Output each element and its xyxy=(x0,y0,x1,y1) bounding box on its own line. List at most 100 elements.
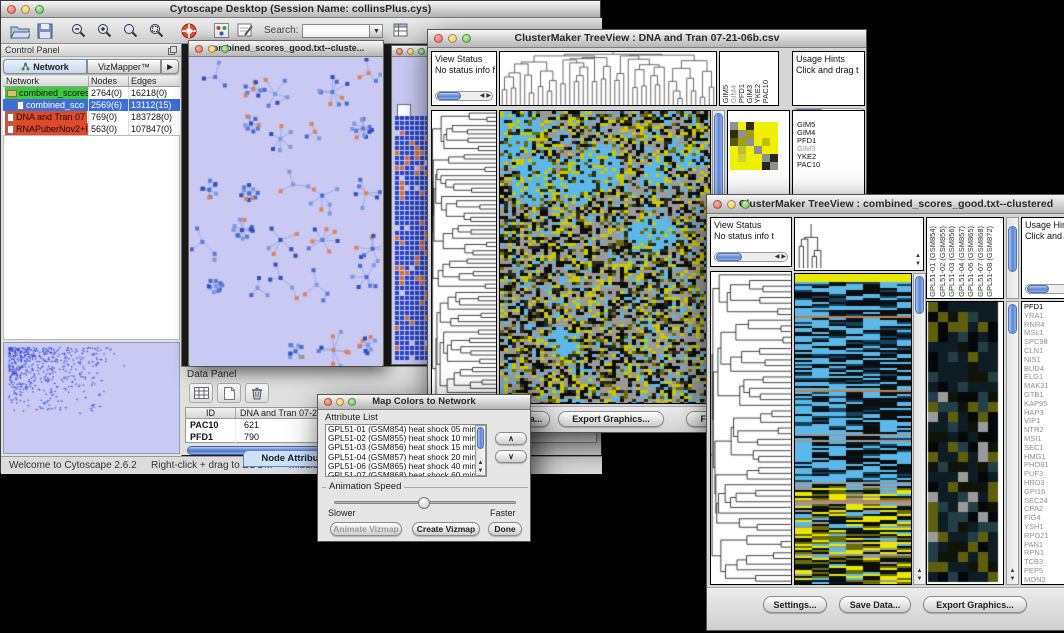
save-icon[interactable] xyxy=(37,23,53,39)
open-icon[interactable] xyxy=(10,23,30,39)
attribute-table-icon[interactable] xyxy=(393,23,409,38)
help-lifering-icon[interactable] xyxy=(180,22,198,40)
correlation-matrix[interactable] xyxy=(730,122,778,170)
tv1-row-dendrogram[interactable] xyxy=(431,110,497,404)
vizmap-icon[interactable] xyxy=(214,23,229,38)
tv1-heatmap[interactable] xyxy=(499,110,711,404)
scroll-up-arrow[interactable]: ▲ xyxy=(914,252,922,260)
move-down-button[interactable]: ∨ xyxy=(495,450,527,463)
save-data-button[interactable]: Save Data... xyxy=(839,596,911,613)
matrix-cell xyxy=(754,162,762,170)
animate-vizmap-button[interactable]: Animate Vizmap xyxy=(330,522,402,536)
zoom-button[interactable] xyxy=(462,34,471,43)
move-up-button[interactable]: ∧ xyxy=(495,432,527,445)
view-status-hscrollbar[interactable]: ◀▶ xyxy=(435,91,493,101)
tv2-zoom-heatmap-panel[interactable] xyxy=(926,301,1004,585)
attribute-items[interactable]: GPL51-01 (GSM854) heat shock 05 minGPL51… xyxy=(326,425,486,477)
minimize-button[interactable] xyxy=(727,200,736,209)
dialog-titlebar[interactable]: Map Colors to Network xyxy=(318,395,530,410)
matrix-cell xyxy=(730,138,738,146)
done-button[interactable]: Done xyxy=(488,522,522,536)
animation-speed-label: Animation Speed xyxy=(326,481,404,492)
network-row[interactable]: combined_sco2569(6)13112(15) xyxy=(3,99,180,111)
export-graphics-button[interactable]: Export Graphics... xyxy=(923,596,1027,613)
status-welcome: Welcome to Cytoscape 2.6.2 xyxy=(9,460,137,471)
attribute-list-vscrollbar[interactable]: ▲▼ xyxy=(475,425,486,476)
network-canvas[interactable] xyxy=(190,58,382,366)
network-overview-panel[interactable] xyxy=(3,342,180,454)
settings-button[interactable]: Settings... xyxy=(763,596,827,613)
tv2-row-dendrogram[interactable] xyxy=(710,271,792,585)
search-input[interactable] xyxy=(302,24,370,38)
col-nodes[interactable]: Nodes xyxy=(89,76,129,86)
tv2-heatmap[interactable] xyxy=(794,273,912,585)
tv2-top-vscrollbar[interactable] xyxy=(1006,217,1019,299)
animation-speed-slider[interactable] xyxy=(334,501,516,504)
tab-overflow-button[interactable]: ▶ xyxy=(161,59,179,74)
attribute-item[interactable]: GPL51-07 (GSM868) heat shock 60 min xyxy=(328,471,486,477)
close-button[interactable] xyxy=(713,200,722,209)
close-button[interactable] xyxy=(396,48,403,55)
tv2-heatmap-vscrollbar[interactable]: ▲▼ xyxy=(913,273,926,585)
desktop: Cytoscape Desktop (Session Name: collins… xyxy=(0,0,1064,633)
zoom-button[interactable] xyxy=(35,5,44,14)
zoom-button[interactable] xyxy=(741,200,750,209)
search-dropdown-button[interactable]: ▼ xyxy=(370,24,383,38)
column-label: GPL51-08 (GSM872) xyxy=(986,226,996,297)
attribute-listbox[interactable]: GPL51-01 (GSM854) heat shock 05 minGPL51… xyxy=(325,424,487,477)
scroll-down-arrow[interactable]: ▼ xyxy=(914,260,922,268)
usage-hints-hscrollbar[interactable] xyxy=(1025,284,1064,294)
zoom-button[interactable] xyxy=(221,45,229,53)
col-id[interactable]: ID xyxy=(186,408,236,418)
minimize-button[interactable] xyxy=(21,5,30,14)
gene-label: PAC10 xyxy=(795,161,820,169)
tv2-usage-hints-panel: Usage Hints Click and drag t xyxy=(1021,217,1064,299)
col-edges[interactable]: Edges xyxy=(129,76,180,86)
network-view-titlebar[interactable]: combined_scores_good.txt--cluste... xyxy=(189,41,383,57)
create-vizmap-button[interactable]: Create Vizmap xyxy=(412,522,480,536)
export-graphics-button[interactable]: Export Graphics... xyxy=(558,411,664,427)
tv2-column-labels: GPL51-01 (GSM854)GPL51-02 (GSM855)GPL51-… xyxy=(929,218,996,297)
minimize-button[interactable] xyxy=(407,48,414,55)
tv1-column-dendrogram[interactable] xyxy=(499,51,717,106)
tv2-gene-list-vscrollbar[interactable]: ▲▼ xyxy=(1006,301,1019,585)
zoom-selected-icon[interactable] xyxy=(148,22,165,39)
tv2-column-dendrogram-area[interactable]: ▲ ▼ xyxy=(794,217,924,271)
matrix-cell xyxy=(746,146,754,154)
window-controls xyxy=(7,5,44,14)
table-view-icon[interactable] xyxy=(189,383,213,403)
zoom-button[interactable] xyxy=(348,398,356,406)
close-button[interactable] xyxy=(7,5,16,14)
minimize-button[interactable] xyxy=(448,34,457,43)
new-attribute-icon[interactable] xyxy=(217,383,241,403)
slider-thumb[interactable] xyxy=(418,497,430,509)
matrix-cell xyxy=(746,130,754,138)
minimize-button[interactable] xyxy=(336,398,344,406)
zoom-fit-icon[interactable] xyxy=(122,22,139,39)
treeview2-titlebar[interactable]: ClusterMaker TreeView : combined_scores_… xyxy=(707,195,1064,214)
network-row[interactable]: DNA and Tran 07769(0)183728(0) xyxy=(3,111,180,123)
matrix-cell xyxy=(730,122,738,130)
zoom-out-icon[interactable] xyxy=(70,22,87,39)
delete-trash-icon[interactable] xyxy=(245,383,269,403)
zoom-in-icon[interactable] xyxy=(96,22,113,39)
matrix-cell xyxy=(762,122,770,130)
view-status-hscrollbar[interactable]: ◀▶ xyxy=(714,252,788,262)
main-titlebar[interactable]: Cytoscape Desktop (Session Name: collins… xyxy=(1,1,600,18)
float-panel-icon[interactable] xyxy=(168,46,177,55)
minimize-button[interactable] xyxy=(208,45,216,53)
close-button[interactable] xyxy=(324,398,332,406)
close-button[interactable] xyxy=(434,34,443,43)
matrix-cell xyxy=(738,130,746,138)
network-row[interactable]: combined_scores2764(0)16218(0) xyxy=(3,87,180,99)
annotation-icon[interactable] xyxy=(237,23,254,38)
matrix-cell xyxy=(762,138,770,146)
matrix-cell xyxy=(730,154,738,162)
zoom-button[interactable] xyxy=(418,48,425,55)
col-network[interactable]: Network xyxy=(3,76,89,86)
treeview1-titlebar[interactable]: ClusterMaker TreeView : DNA and Tran 07-… xyxy=(428,30,866,48)
tab-vizmapper[interactable]: VizMapper™ xyxy=(87,59,161,74)
tab-network[interactable]: Network xyxy=(3,59,87,74)
close-button[interactable] xyxy=(195,45,203,53)
network-row[interactable]: RNAPuberNov2+I563(0)107847(0) xyxy=(3,123,180,135)
